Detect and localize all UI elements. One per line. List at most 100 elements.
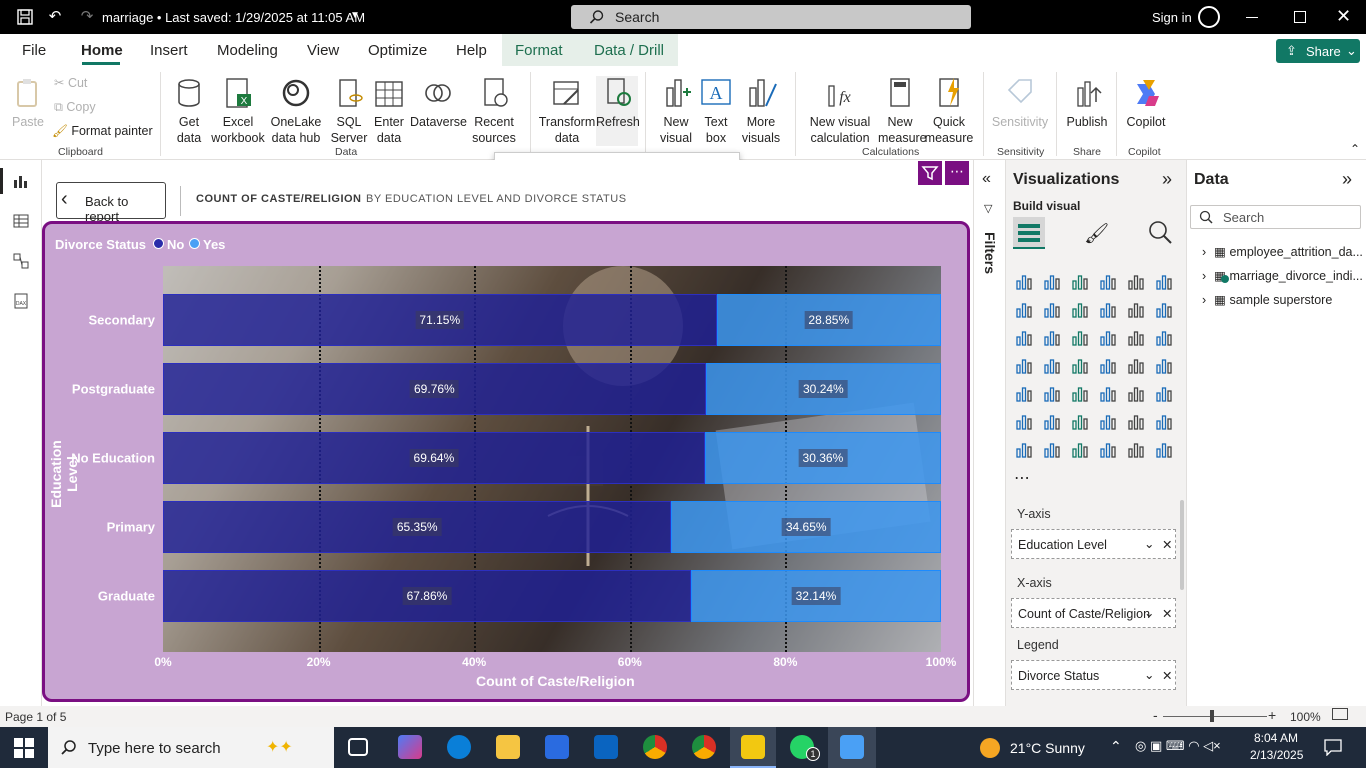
new-visual-calculation-button[interactable]: fx New visual calculation [804,76,876,146]
more-options-icon[interactable]: ⋯ [945,161,969,185]
visual-type-icon[interactable] [1098,412,1118,432]
expand-filters-icon[interactable]: « [982,170,991,188]
visual-type-icon[interactable] [1014,272,1034,292]
document-title[interactable]: marriage • Last saved: 1/29/2025 at 11:0… [102,10,365,25]
zoom-slider[interactable] [1163,716,1267,717]
tab-view[interactable]: View [307,42,339,59]
visual-type-icon[interactable] [1042,440,1062,460]
chevron-down-icon[interactable]: ⌄ [1144,536,1154,551]
visual-type-icon[interactable] [1154,440,1174,460]
dax-query-view-icon[interactable]: DAX [12,292,30,310]
excel-workbook-button[interactable]: X Excel workbook [210,76,266,146]
visual-type-icon[interactable] [1098,328,1118,348]
filters-pane-collapsed[interactable]: « ▽ Filters [973,160,1005,706]
viz-pane-scrollbar[interactable] [1180,500,1184,590]
clock-date[interactable]: 2/13/2025 [1250,748,1303,762]
remove-field-icon[interactable]: ✕ [1162,537,1172,552]
collapse-visualizations-icon[interactable]: » [1162,169,1172,190]
format-visual-tab[interactable]: 🖌 [1084,221,1109,246]
visual-type-icon[interactable] [1014,384,1034,404]
visual-type-icon[interactable] [1070,300,1090,320]
tray-icons[interactable]: ◎ ▣ ⌨ ◠ ◁× [1135,738,1221,754]
title-dropdown-icon[interactable]: ▼ [350,10,360,21]
chevron-down-icon[interactable]: ⌄ [1144,605,1154,620]
quick-measure-button[interactable]: Quick measure [924,76,974,146]
fit-to-page-icon[interactable] [1332,708,1348,720]
weather-text[interactable]: 21°C Sunny [1010,740,1085,756]
close-button[interactable]: ✕ [1336,6,1351,27]
visual-type-icon[interactable] [1154,384,1174,404]
visual-type-icon[interactable] [1126,328,1146,348]
chevron-down-icon[interactable]: ⌄ [1144,667,1154,682]
sign-in-link[interactable]: Sign in [1152,10,1192,25]
visual-type-icon[interactable] [1098,272,1118,292]
visual-type-icon[interactable] [1042,384,1062,404]
paint-icon[interactable] [840,735,864,759]
visual-type-icon[interactable] [1126,384,1146,404]
filter-icon[interactable] [918,161,942,185]
visual-type-icon[interactable] [1042,356,1062,376]
avatar-icon[interactable] [1198,6,1220,28]
undo-icon[interactable]: ↶ [46,8,64,26]
visual-type-icon[interactable] [1070,328,1090,348]
maximize-button[interactable] [1294,11,1306,23]
copilot-taskbar-icon[interactable] [398,735,422,759]
tab-data-drill[interactable]: Data / Drill [594,42,664,59]
tab-insert[interactable]: Insert [150,42,188,59]
visual-type-icon[interactable] [1154,356,1174,376]
table-item-employee-attrition[interactable]: › ▦ employee_attrition_da... [1202,244,1363,259]
visual-type-icon[interactable] [1042,272,1062,292]
dataverse-button[interactable]: Dataverse [410,76,467,130]
paste-button[interactable]: Paste [8,76,48,130]
tab-format[interactable]: Format [515,42,563,59]
text-box-button[interactable]: A Text box [698,76,734,146]
visual-type-icon[interactable] [1070,440,1090,460]
file-explorer-icon[interactable] [496,735,520,759]
visual-type-icon[interactable] [1154,272,1174,292]
store-icon[interactable] [545,735,569,759]
tab-file[interactable]: File [22,42,46,59]
more-visuals-button[interactable]: More visuals [736,76,786,146]
notifications-icon[interactable] [1323,738,1343,756]
visual-type-icon[interactable] [1070,384,1090,404]
x-axis-field[interactable]: Count of Caste/Religion ⌄ ✕ [1011,598,1176,628]
visual-type-icon[interactable] [1014,328,1034,348]
clock-time[interactable]: 8:04 AM [1254,731,1298,745]
visual-type-icon[interactable] [1014,356,1034,376]
visual-type-icon[interactable] [1098,300,1118,320]
visual-type-icon[interactable] [1014,412,1034,432]
visual-type-icon[interactable] [1042,328,1062,348]
visual-type-icon[interactable] [1098,384,1118,404]
new-measure-button[interactable]: New measure [878,76,927,146]
recent-sources-button[interactable]: Recent sources [466,76,522,146]
zoom-slider-thumb[interactable] [1210,710,1214,722]
copy-button[interactable]: ⧉ Copy [54,99,96,115]
get-data-button[interactable]: Get data [166,76,212,146]
visual-type-icon[interactable] [1126,440,1146,460]
save-icon[interactable] [16,8,34,26]
copilot-button[interactable]: Copilot [1124,76,1168,130]
power-bi-icon[interactable] [741,735,765,759]
visual-type-icon[interactable] [1042,412,1062,432]
sensitivity-button[interactable]: Sensitivity [990,76,1050,130]
visual-type-icon[interactable] [1070,412,1090,432]
data-search-input[interactable]: Search [1190,205,1361,229]
remove-field-icon[interactable]: ✕ [1162,668,1172,683]
tray-chevron-icon[interactable]: ⌃ [1110,738,1122,755]
tab-optimize[interactable]: Optimize [368,42,427,59]
chrome-icon[interactable] [643,735,667,759]
visual-type-icon[interactable] [1098,440,1118,460]
share-button[interactable]: ⇪ Share ⌄ [1276,39,1360,63]
onelake-data-hub-button[interactable]: OneLake data hub [266,76,326,146]
visual-type-icon[interactable] [1070,356,1090,376]
visual-type-icon[interactable] [1014,440,1034,460]
enter-data-button[interactable]: Enter data [370,76,408,146]
collapse-data-icon[interactable]: » [1342,169,1352,190]
publish-button[interactable]: Publish [1064,76,1110,130]
legend-field[interactable]: Divorce Status ⌄ ✕ [1011,660,1176,690]
back-to-report-button[interactable]: ‹ Back to report [56,182,166,224]
visual-type-icon[interactable] [1042,300,1062,320]
taskbar-search[interactable]: Type here to search ✦✦ [48,727,334,768]
visual-type-icon[interactable] [1126,412,1146,432]
tab-modeling[interactable]: Modeling [217,42,278,59]
